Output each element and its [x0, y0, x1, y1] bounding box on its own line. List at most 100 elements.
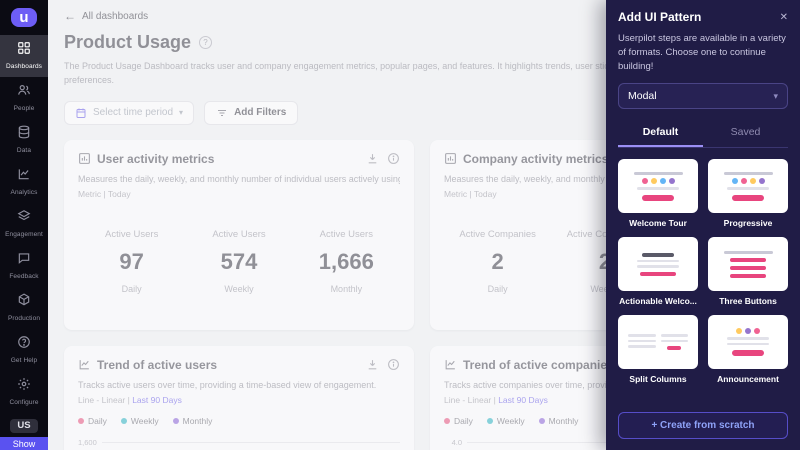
pattern-grid: Welcome Tour Progressive Actionable Welc… [618, 159, 788, 384]
legend-item-monthly[interactable]: Monthly [539, 416, 579, 426]
card-description: Tracks active users over time, providing… [78, 380, 400, 390]
bar-chart-icon [444, 152, 457, 165]
question-circle-icon [17, 335, 31, 354]
card-meta-label: Line - Linear | [78, 395, 130, 405]
pattern-announcement[interactable]: Announcement [708, 315, 788, 384]
stat-label: Active Companies [444, 229, 551, 240]
avatar[interactable]: US [10, 419, 38, 433]
bar-chart-icon [78, 152, 91, 165]
stat-active-users-weekly: Active Users 574 Weekly [185, 229, 292, 294]
monthly-dot-icon [173, 418, 179, 424]
trend-chart: 1,600 [78, 438, 400, 450]
legend-label: Weekly [131, 416, 159, 426]
panel-tabs: Default Saved [618, 120, 788, 148]
legend-item-daily[interactable]: Daily [78, 416, 107, 426]
weekly-dot-icon [121, 418, 127, 424]
info-icon[interactable] [387, 358, 400, 371]
y-axis-label: 4.0 [444, 438, 462, 447]
card-meta-period[interactable]: Last 90 Days [498, 395, 548, 405]
sidebar-item-data[interactable]: Data [0, 119, 48, 161]
stat-value: 97 [78, 249, 185, 275]
pattern-thumbnail [708, 315, 788, 369]
pattern-thumbnail [708, 159, 788, 213]
download-icon[interactable] [366, 358, 379, 371]
stat-value: 574 [185, 249, 292, 275]
userpilot-logo[interactable]: u [11, 8, 37, 27]
stat-label: Active Users [293, 229, 400, 240]
sidebar-item-people[interactable]: People [0, 77, 48, 119]
back-arrow-icon[interactable]: ← [64, 9, 76, 23]
legend-item-weekly[interactable]: Weekly [121, 416, 159, 426]
pattern-type-select[interactable]: Modal ▾ [618, 83, 788, 109]
download-icon[interactable] [366, 152, 379, 165]
sidebar-item-label: People [14, 105, 35, 112]
close-icon[interactable]: ✕ [780, 12, 788, 23]
filter-icon [216, 107, 228, 119]
daily-dot-icon [444, 418, 450, 424]
sidebar-item-analytics[interactable]: Analytics [0, 161, 48, 203]
pattern-three-buttons[interactable]: Three Buttons [708, 237, 788, 306]
sidebar-item-engagement[interactable]: Engagement [0, 203, 48, 245]
tab-default[interactable]: Default [618, 120, 703, 147]
card-meta-period[interactable]: Last 90 Days [132, 395, 182, 405]
add-filters-button[interactable]: Add Filters [204, 101, 298, 125]
help-icon[interactable]: ? [199, 36, 212, 49]
card-description: Measures the daily, weekly, and monthly … [78, 174, 400, 184]
stat-value: 2 [444, 249, 551, 275]
stat-active-companies-daily: Active Companies 2 Daily [444, 229, 551, 294]
stat-label: Active Users [185, 229, 292, 240]
monthly-dot-icon [539, 418, 545, 424]
card-trend-active-users: Trend of active users Tracks active user… [64, 346, 414, 450]
create-from-scratch-button[interactable]: + Create from scratch [618, 412, 788, 439]
pattern-label: Welcome Tour [618, 218, 698, 228]
sidebar-item-get-help[interactable]: Get Help [0, 329, 48, 371]
tab-saved[interactable]: Saved [703, 120, 788, 147]
pattern-label: Progressive [708, 218, 788, 228]
dashboards-icon [17, 41, 31, 60]
stat-active-users-monthly: Active Users 1,666 Monthly [293, 229, 400, 294]
legend-item-monthly[interactable]: Monthly [173, 416, 213, 426]
calendar-icon [75, 107, 87, 119]
time-period-select[interactable]: Select time period ▾ [64, 101, 194, 125]
sidebar-item-dashboards[interactable]: Dashboards [0, 35, 48, 77]
pattern-thumbnail [618, 237, 698, 291]
chart-legend: Daily Weekly Monthly [78, 416, 400, 426]
sidebar-nav: Dashboards People Data Analytics Engagem… [0, 35, 48, 287]
panel-title: Add UI Pattern [618, 10, 701, 24]
pattern-thumbnail [708, 237, 788, 291]
page-title: Product Usage [64, 32, 191, 53]
info-icon[interactable] [387, 152, 400, 165]
y-axis-label: 1,600 [78, 438, 97, 447]
cube-icon [17, 293, 31, 312]
sidebar: u Dashboards People Data Analytics Engag… [0, 0, 48, 450]
pattern-welcome-tour[interactable]: Welcome Tour [618, 159, 698, 228]
chat-bubble-icon [17, 251, 31, 270]
pattern-actionable-welcome[interactable]: Actionable Welco... [618, 237, 698, 306]
pattern-split-columns[interactable]: Split Columns [618, 315, 698, 384]
back-link[interactable]: All dashboards [82, 11, 148, 22]
show-button[interactable]: Show [0, 437, 48, 450]
pattern-thumbnail [618, 315, 698, 369]
sidebar-item-label: Get Help [11, 357, 37, 364]
sidebar-item-label: Configure [9, 399, 38, 406]
legend-item-daily[interactable]: Daily [444, 416, 473, 426]
legend-label: Weekly [497, 416, 525, 426]
legend-label: Monthly [549, 416, 579, 426]
legend-label: Daily [454, 416, 473, 426]
sidebar-item-configure[interactable]: Configure [0, 371, 48, 413]
pattern-label: Actionable Welco... [618, 296, 698, 306]
sidebar-item-production[interactable]: Production [0, 287, 48, 329]
pattern-progressive[interactable]: Progressive [708, 159, 788, 228]
sidebar-item-label: Engagement [5, 231, 43, 238]
stats-row: Active Users 97 Daily Active Users 574 W… [78, 229, 400, 294]
layers-icon [17, 209, 31, 228]
sidebar-item-feedback[interactable]: Feedback [0, 245, 48, 287]
card-meta: Metric | Today [78, 189, 400, 199]
time-period-placeholder: Select time period [93, 107, 173, 118]
card-meta: Line - Linear | Last 90 Days [78, 395, 400, 405]
pattern-thumbnail [618, 159, 698, 213]
sidebar-item-label: Feedback [9, 273, 38, 280]
legend-item-weekly[interactable]: Weekly [487, 416, 525, 426]
pattern-label: Split Columns [618, 374, 698, 384]
people-icon [17, 83, 31, 102]
